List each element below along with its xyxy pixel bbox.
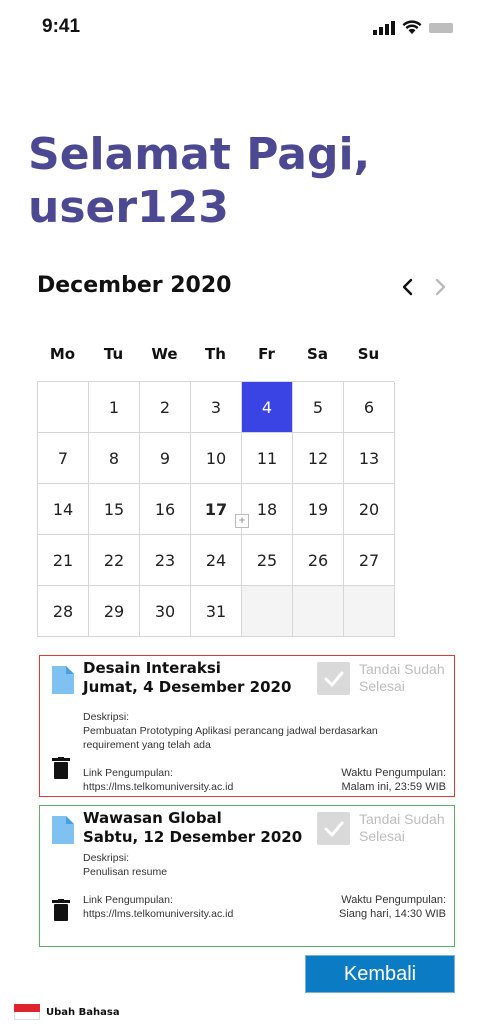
- indonesia-flag-icon: [14, 1004, 40, 1020]
- chevron-right-icon[interactable]: [428, 275, 452, 299]
- task-title: Desain Interaksi: [83, 659, 221, 677]
- day-cell-2[interactable]: 2: [140, 382, 191, 433]
- link-label: Link Pengumpulan:: [83, 894, 173, 906]
- trash-icon[interactable]: [52, 757, 70, 779]
- back-button[interactable]: Kembali: [305, 955, 455, 993]
- day-cell-4[interactable]: 4: [242, 382, 293, 433]
- signal-icon: [373, 20, 395, 35]
- mark-done-label: Tandai Sudah Selesai: [359, 661, 445, 694]
- task-date: Sabtu, 12 Desember 2020: [83, 828, 303, 846]
- day-cell-21[interactable]: 21: [38, 535, 89, 586]
- day-cell-28[interactable]: 28: [38, 586, 89, 637]
- empty-day-cell: [242, 586, 293, 637]
- weekday-header: Mo Tu We Th Fr Sa Su: [37, 345, 394, 363]
- day-cell-7[interactable]: 7: [38, 433, 89, 484]
- weekday-label: Tu: [103, 345, 124, 363]
- weekday-label: Th: [205, 345, 226, 363]
- battery-icon: [429, 22, 453, 33]
- day-cell-1[interactable]: 1: [89, 382, 140, 433]
- day-cell-23[interactable]: 23: [140, 535, 191, 586]
- day-cell-22[interactable]: 22: [89, 535, 140, 586]
- day-cell-19[interactable]: 19: [293, 484, 344, 535]
- deadline-value: Siang hari, 14:30 WIB: [338, 908, 446, 920]
- change-language-button[interactable]: Ubah Bahasa: [14, 1004, 120, 1020]
- deadline-label: Waktu Pengumpulan:: [341, 894, 446, 906]
- empty-day-cell: [344, 586, 395, 637]
- day-cell-18[interactable]: 18: [242, 484, 293, 535]
- day-cell-16[interactable]: 16: [140, 484, 191, 535]
- description-label: Deskripsi:: [83, 852, 130, 864]
- task-date: Jumat, 4 Desember 2020: [83, 678, 292, 696]
- day-cell-20[interactable]: 20: [344, 484, 395, 535]
- mark-done-checkbox[interactable]: [317, 662, 350, 695]
- deadline-label: Waktu Pengumpulan:: [341, 767, 446, 779]
- empty-day-cell: [38, 382, 89, 433]
- day-cell-17[interactable]: 17 +: [191, 484, 249, 535]
- weekday-label: Fr: [258, 345, 275, 363]
- username: user123: [28, 182, 229, 233]
- weekday-label: Su: [357, 345, 380, 363]
- day-cell-3[interactable]: 3: [191, 382, 242, 433]
- day-cell-9[interactable]: 9: [140, 433, 191, 484]
- add-icon[interactable]: +: [235, 514, 249, 528]
- greeting-heading: Selamat Pagi, user123: [28, 128, 370, 234]
- status-icons: [373, 20, 455, 35]
- day-cell-12[interactable]: 12: [293, 433, 344, 484]
- greeting-line: Selamat Pagi,: [28, 129, 371, 180]
- link-label: Link Pengumpulan:: [83, 767, 173, 779]
- day-cell-8[interactable]: 8: [89, 433, 140, 484]
- month-title: December 2020: [37, 273, 232, 298]
- task-card[interactable]: Wawasan Global Sabtu, 12 Desember 2020 T…: [39, 805, 455, 947]
- day-cell-10[interactable]: 10: [191, 433, 242, 484]
- status-time: 9:41: [42, 16, 81, 37]
- wifi-icon: [402, 20, 422, 34]
- task-card[interactable]: Desain Interaksi Jumat, 4 Desember 2020 …: [39, 655, 455, 797]
- day-cell-13[interactable]: 13: [344, 433, 395, 484]
- day-cell-14[interactable]: 14: [38, 484, 89, 535]
- description-label: Deskripsi:: [83, 711, 130, 723]
- day-cell-11[interactable]: 11: [242, 433, 293, 484]
- chevron-left-icon[interactable]: [396, 275, 420, 299]
- file-icon: [52, 816, 74, 844]
- status-bar: 9:41: [0, 0, 477, 56]
- change-language-label: Ubah Bahasa: [46, 1006, 120, 1018]
- description-text: Penulisan resume: [83, 866, 168, 878]
- day-cell-24[interactable]: 24: [191, 535, 242, 586]
- day-cell-5[interactable]: 5: [293, 382, 344, 433]
- submission-link[interactable]: https://lms.telkomuniversity.ac.id: [83, 908, 233, 920]
- day-cell-6[interactable]: 6: [344, 382, 395, 433]
- weekday-label: Sa: [307, 345, 328, 363]
- mark-done-checkbox[interactable]: [317, 812, 350, 845]
- submission-link[interactable]: https://lms.telkomuniversity.ac.id: [83, 781, 233, 793]
- weekday-label: Mo: [49, 345, 76, 363]
- file-icon: [52, 666, 74, 694]
- day-cell-25[interactable]: 25: [242, 535, 293, 586]
- deadline-value: Malam ini, 23:59 WIB: [341, 781, 446, 793]
- weekday-label: We: [151, 345, 178, 363]
- trash-icon[interactable]: [52, 899, 70, 921]
- mark-done-label: Tandai Sudah Selesai: [359, 811, 445, 844]
- day-cell-30[interactable]: 30: [140, 586, 191, 637]
- day-cell-31[interactable]: 31: [191, 586, 242, 637]
- empty-day-cell: [293, 586, 344, 637]
- check-icon: [324, 821, 343, 836]
- day-cell-15[interactable]: 15: [89, 484, 140, 535]
- calendar-grid: 1 2 3 4 5 6 7 8 9 10 11 12 13 14 15 16 17 +18 19 20 21 22 23 24…: [37, 381, 395, 637]
- day-cell-27[interactable]: 27: [344, 535, 395, 586]
- day-cell-26[interactable]: 26: [293, 535, 344, 586]
- description-text: Pembuatan Prototyping Aplikasi perancang…: [83, 725, 378, 751]
- task-title: Wawasan Global: [83, 809, 222, 827]
- day-cell-29[interactable]: 29: [89, 586, 140, 637]
- check-icon: [324, 671, 343, 686]
